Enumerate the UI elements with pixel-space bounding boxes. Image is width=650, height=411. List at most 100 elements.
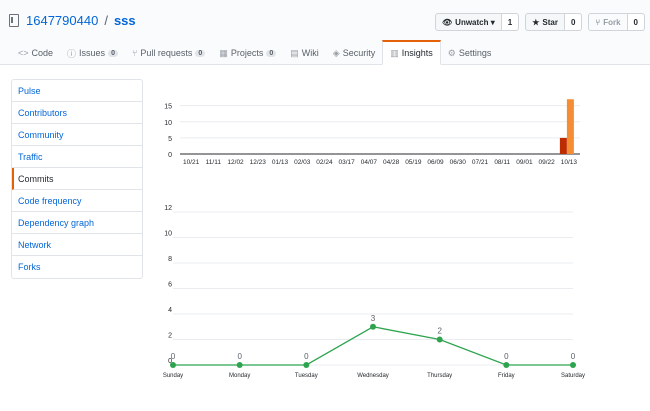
tab-wiki[interactable]: ▤ Wiki <box>283 40 326 64</box>
y-tick-label: 2 <box>168 333 172 340</box>
x-tick-label: 09/01 <box>516 159 533 166</box>
tab-label: Insights <box>401 48 433 58</box>
repo-icon <box>9 14 19 27</box>
x-tick-label: Friday <box>498 373 515 379</box>
data-point <box>370 323 376 330</box>
tab-label: Wiki <box>301 48 319 58</box>
star-button[interactable]: ★ Star <box>525 13 565 31</box>
repo-name-link[interactable]: sss <box>114 13 136 28</box>
fork-count[interactable]: 0 <box>627 13 645 31</box>
x-tick-label: 04/28 <box>383 159 400 166</box>
repo-owner-link[interactable]: 1647790440 <box>26 13 98 28</box>
star-icon: ★ <box>532 17 540 27</box>
x-tick-label: 08/11 <box>494 159 510 166</box>
x-tick-label: 03/17 <box>339 159 356 166</box>
y-tick-label: 5 <box>168 136 172 143</box>
data-label: 3 <box>371 314 376 323</box>
data-label: 0 <box>304 352 309 361</box>
pull-request-icon: ⑂ <box>131 48 138 58</box>
fork-icon: ⑂ <box>595 17 601 27</box>
commit-bar <box>559 137 567 154</box>
sidebar-item-pulse[interactable]: Pulse <box>12 80 142 102</box>
y-tick-label: 10 <box>164 231 172 238</box>
sidebar-item-traffic[interactable]: Traffic <box>12 146 142 168</box>
book-icon: ▤ <box>290 47 299 58</box>
y-tick-label: 8 <box>168 256 172 263</box>
data-point <box>170 362 176 368</box>
repo-header: 1647790440 / sss 👁 Unwatch ▾ 1 ★ Star 0 ⑂ F… <box>0 0 650 65</box>
x-tick-label: Tuesday <box>295 373 318 379</box>
shield-icon: ◈ <box>332 47 340 58</box>
x-tick-label: 01/13 <box>272 159 289 166</box>
star-count[interactable]: 0 <box>564 13 583 31</box>
tab-issues[interactable]: ⓘ Issues 0 <box>60 40 125 64</box>
gear-icon: ⚙ <box>447 47 456 58</box>
y-tick-label: 4 <box>168 307 172 314</box>
tab-label: Projects <box>230 48 264 58</box>
eye-icon: 👁 <box>442 17 453 27</box>
weekly-commits-bar-chart: 15 10 5 0 10/21 11/11 12/02 12/23 01/13 02/03 02/2… <box>164 99 580 166</box>
tab-security[interactable]: ◈ Security <box>326 40 382 64</box>
tab-pull-requests[interactable]: ⑂ Pull requests 0 <box>125 40 212 64</box>
x-tick-label: Thursday <box>427 373 452 379</box>
watch-count[interactable]: 1 <box>501 13 520 31</box>
y-tick-label: 6 <box>168 282 172 289</box>
sidebar-item-dependency-graph[interactable]: Dependency graph <box>12 212 142 234</box>
code-icon: <> <box>18 48 29 58</box>
x-tick-label: Wednesday <box>357 373 389 379</box>
repo-tabs: <> Code ⓘ Issues 0 ⑂ Pull requests 0 ▦ Project… <box>11 40 499 65</box>
unwatch-label: Unwatch ▾ <box>455 17 495 27</box>
tab-insights[interactable]: ▥ Insights <box>382 40 441 65</box>
fork-group: ⑂ Fork 0 <box>588 13 645 31</box>
data-point <box>303 362 310 368</box>
data-label: 0 <box>571 352 576 361</box>
sidebar-item-forks[interactable]: Forks <box>12 256 142 278</box>
tab-code[interactable]: <> Code <box>11 40 60 64</box>
pr-count-badge: 0 <box>195 49 206 57</box>
insights-sidebar: Pulse Contributors Community Traffic Com… <box>11 79 143 279</box>
data-label: 0 <box>237 352 242 361</box>
issue-icon: ⓘ <box>67 48 77 59</box>
x-tick-label: 09/22 <box>539 159 556 166</box>
data-point <box>236 362 243 368</box>
project-icon: ▦ <box>219 47 228 58</box>
y-tick-label: 10 <box>164 120 172 127</box>
x-tick-label: 05/19 <box>405 159 422 166</box>
tab-settings[interactable]: ⚙ Settings <box>441 40 499 64</box>
x-tick-label: 02/24 <box>316 159 333 166</box>
x-tick-label: 02/03 <box>294 159 311 166</box>
sidebar-item-contributors[interactable]: Contributors <box>12 102 142 124</box>
sidebar-item-community[interactable]: Community <box>12 124 142 146</box>
tab-label: Issues <box>79 48 106 58</box>
fork-button[interactable]: ⑂ Fork <box>588 13 628 31</box>
tab-label: Settings <box>458 48 492 58</box>
data-label: 0 <box>504 352 509 361</box>
repo-title: 1647790440 / sss <box>9 13 136 28</box>
y-tick-label: 15 <box>164 104 172 111</box>
x-tick-label: Monday <box>229 373 250 379</box>
data-point <box>503 362 510 368</box>
data-label: 0 <box>171 352 176 361</box>
sidebar-item-network[interactable]: Network <box>12 234 142 256</box>
y-tick-label: 0 <box>168 152 172 159</box>
data-point <box>436 336 443 343</box>
y-tick-label: 12 <box>164 205 172 212</box>
tab-projects[interactable]: ▦ Projects 0 <box>212 40 283 64</box>
repo-separator: / <box>104 13 108 28</box>
x-tick-label: 07/21 <box>472 159 489 166</box>
tab-label: Pull requests <box>140 48 193 58</box>
graph-icon: ▥ <box>390 47 399 58</box>
tab-label: Security <box>342 48 376 58</box>
commit-bar <box>566 99 574 154</box>
issues-count-badge: 0 <box>108 49 118 57</box>
x-tick-label: Sunday <box>163 373 183 379</box>
x-tick-label: 12/23 <box>250 159 267 166</box>
daily-commits-line-chart: 12 10 8 6 4 2 0 Sunday Monday Tuesday Wednesday Thu… <box>163 205 585 379</box>
unwatch-button[interactable]: 👁 Unwatch ▾ <box>435 13 502 31</box>
x-tick-label: 06/30 <box>450 159 467 166</box>
fork-label: Fork <box>603 17 621 27</box>
sidebar-item-code-frequency[interactable]: Code frequency <box>12 190 142 212</box>
projects-count-badge: 0 <box>266 49 277 57</box>
sidebar-item-commits[interactable]: Commits <box>12 168 142 190</box>
x-tick-label: 10/13 <box>561 159 578 166</box>
